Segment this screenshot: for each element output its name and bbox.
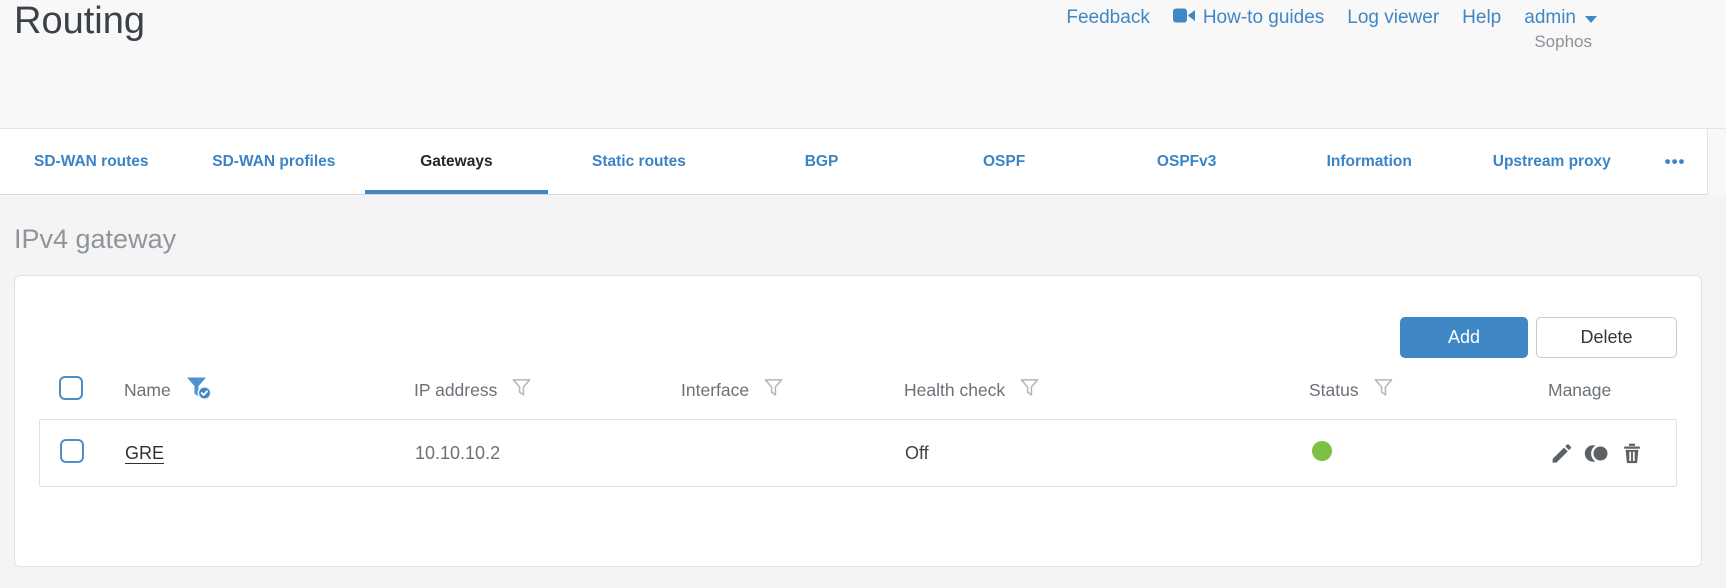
select-all-checkbox[interactable] (59, 375, 83, 400)
delete-button[interactable]: Delete (1536, 317, 1677, 358)
pencil-icon (1549, 443, 1574, 469)
manage-cell (1549, 441, 1680, 466)
row-checkbox[interactable] (60, 438, 84, 463)
clone-icon (1583, 443, 1611, 469)
tab-ospf[interactable]: OSPF (913, 129, 1096, 194)
status-cell (1310, 440, 1549, 466)
user-menu[interactable]: admin (1524, 7, 1597, 29)
tab-bgp[interactable]: BGP (730, 129, 913, 194)
trash-icon (1620, 443, 1644, 469)
status-up-indicator (1312, 440, 1332, 461)
column-header-name: Name (124, 375, 414, 405)
caret-down-icon (1585, 16, 1597, 23)
toolbar: Add Delete (39, 317, 1677, 358)
top-header: Routing Feedback How-to guides Log viewe… (0, 0, 1726, 129)
tab-more-ellipsis-icon[interactable]: ••• (1643, 129, 1707, 194)
add-button[interactable]: Add (1400, 317, 1528, 358)
health-check-cell: Off (905, 442, 929, 463)
brand-label: Sophos (1534, 32, 1592, 51)
tabbar: SD-WAN routes SD-WAN profiles Gateways S… (0, 129, 1708, 195)
section-heading: IPv4 gateway (14, 224, 177, 254)
filter-active-icon[interactable] (185, 375, 212, 405)
tab-ospfv3[interactable]: OSPFv3 (1095, 129, 1278, 194)
gateway-panel: Add Delete Name IP address Interface Hea… (14, 275, 1702, 567)
nav-how-to-guides-link[interactable]: How-to guides (1172, 7, 1325, 29)
column-header-health-check: Health check (904, 377, 1309, 403)
user-menu-label: admin (1524, 7, 1576, 28)
filter-icon[interactable] (511, 377, 532, 403)
tab-sd-wan-routes[interactable]: SD-WAN routes (0, 129, 183, 194)
delete-row-button[interactable] (1620, 441, 1644, 466)
ip-address-cell: 10.10.10.2 (415, 442, 501, 463)
gateway-name-cell: GRE (125, 443, 415, 464)
nav-help-link[interactable]: Help (1462, 7, 1501, 29)
top-nav: Feedback How-to guides Log viewer Help a… (1066, 7, 1597, 29)
table-header-row: Name IP address Interface Health check S… (39, 370, 1677, 410)
filter-icon[interactable] (1373, 377, 1394, 403)
tab-upstream-proxy[interactable]: Upstream proxy (1461, 129, 1644, 194)
column-header-status: Status (1309, 377, 1548, 403)
nav-log-viewer-link[interactable]: Log viewer (1347, 7, 1439, 29)
clone-button[interactable] (1583, 441, 1611, 466)
column-header-ip-address: IP address (414, 377, 681, 403)
tabbar-wrap: SD-WAN routes SD-WAN profiles Gateways S… (0, 129, 1726, 195)
tab-information[interactable]: Information (1278, 129, 1461, 194)
filter-icon[interactable] (763, 377, 784, 403)
table-row: GRE 10.10.10.2 Off (39, 419, 1677, 487)
edit-button[interactable] (1549, 441, 1574, 466)
video-camera-icon (1172, 7, 1196, 29)
nav-how-to-guides-label: How-to guides (1202, 7, 1325, 28)
nav-feedback-link[interactable]: Feedback (1066, 7, 1149, 29)
tab-static-routes[interactable]: Static routes (548, 129, 731, 194)
filter-icon[interactable] (1019, 377, 1040, 403)
tab-sd-wan-profiles[interactable]: SD-WAN profiles (183, 129, 366, 194)
page-title: Routing (14, 0, 145, 42)
column-header-manage: Manage (1548, 379, 1612, 400)
column-header-interface: Interface (681, 377, 904, 403)
gateway-name-link[interactable]: GRE (125, 443, 164, 463)
tab-gateways[interactable]: Gateways (365, 129, 548, 194)
